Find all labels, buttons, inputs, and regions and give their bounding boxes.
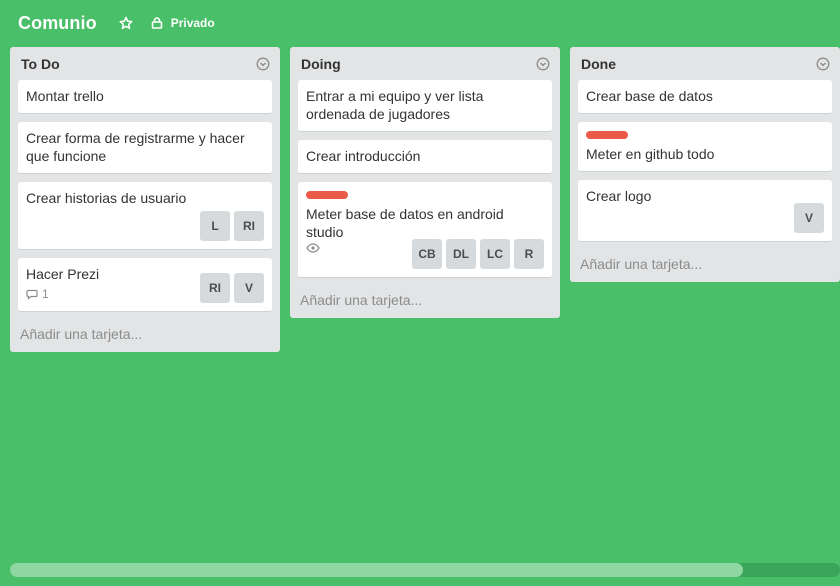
chevron-down-icon[interactable] <box>256 57 270 71</box>
add-card-link[interactable]: Añadir una tarjeta... <box>298 286 552 318</box>
lock-icon <box>151 17 162 29</box>
card-title: Montar trello <box>26 88 104 104</box>
horizontal-scrollbar-thumb[interactable] <box>10 563 743 577</box>
card-title: Meter en github todo <box>586 146 715 162</box>
list-title[interactable]: To Do <box>21 56 60 72</box>
avatar[interactable]: V <box>794 203 824 233</box>
list-title[interactable]: Done <box>581 56 616 72</box>
list-to-do: To Do Montar trello Crear forma de regis… <box>10 47 280 352</box>
card-title: Entrar a mi equipo y ver lista ordenada … <box>306 88 484 122</box>
eye-icon <box>306 243 320 253</box>
avatar[interactable]: V <box>234 273 264 303</box>
privacy-label: Privado <box>170 16 215 30</box>
comments-badge: 1 <box>26 285 49 303</box>
card-footer: L RI <box>26 211 264 241</box>
card-title: Crear base de datos <box>586 88 713 104</box>
list-done: Done Crear base de datos Meter en github… <box>570 47 840 282</box>
avatar[interactable]: RI <box>200 273 230 303</box>
list-header: To Do <box>18 47 272 80</box>
list-doing: Doing Entrar a mi equipo y ver lista ord… <box>290 47 560 318</box>
card-title: Crear forma de registrarme y hacer que f… <box>26 130 245 164</box>
card-members: RI V <box>200 273 264 303</box>
add-card-link[interactable]: Añadir una tarjeta... <box>578 250 832 282</box>
avatar[interactable]: CB <box>412 239 442 269</box>
avatar[interactable]: LC <box>480 239 510 269</box>
card-title: Crear historias de usuario <box>26 190 187 206</box>
chevron-down-icon[interactable] <box>816 57 830 71</box>
list-header: Done <box>578 47 832 80</box>
chevron-down-icon[interactable] <box>536 57 550 71</box>
card-label <box>586 131 628 139</box>
watching-badge <box>306 239 324 257</box>
card[interactable]: Crear forma de registrarme y hacer que f… <box>18 122 272 174</box>
card[interactable]: Crear historias de usuario L RI <box>18 182 272 250</box>
privacy-button[interactable]: Privado <box>151 16 215 30</box>
card-title: Crear introducción <box>306 148 421 164</box>
avatar[interactable]: R <box>514 239 544 269</box>
card-footer: V <box>586 203 824 233</box>
star-icon[interactable] <box>117 14 135 32</box>
card-title: Meter base de datos en android studio <box>306 206 504 240</box>
card-footer: CB DL LC R <box>306 239 544 269</box>
card[interactable]: Montar trello <box>18 80 272 114</box>
avatar[interactable]: RI <box>234 211 264 241</box>
card-label <box>306 191 348 199</box>
card[interactable]: Meter en github todo <box>578 122 832 172</box>
board-header: Comunio Privado <box>0 0 840 46</box>
card-members: L RI <box>200 211 264 241</box>
comment-icon <box>26 289 38 300</box>
card[interactable]: Crear logo V <box>578 180 832 242</box>
comment-count: 1 <box>42 287 49 301</box>
card-members: CB DL LC R <box>412 239 544 269</box>
add-card-link[interactable]: Añadir una tarjeta... <box>18 320 272 352</box>
avatar[interactable]: DL <box>446 239 476 269</box>
card[interactable]: Crear introducción <box>298 140 552 174</box>
card[interactable]: Meter base de datos en android studio CB… <box>298 182 552 278</box>
list-header: Doing <box>298 47 552 80</box>
board-title[interactable]: Comunio <box>18 13 97 34</box>
card-members: V <box>794 203 824 233</box>
card[interactable]: Entrar a mi equipo y ver lista ordenada … <box>298 80 552 132</box>
avatar[interactable]: L <box>200 211 230 241</box>
card[interactable]: Crear base de datos <box>578 80 832 114</box>
card[interactable]: Hacer Prezi 1 RI V <box>18 258 272 312</box>
list-title[interactable]: Doing <box>301 56 341 72</box>
